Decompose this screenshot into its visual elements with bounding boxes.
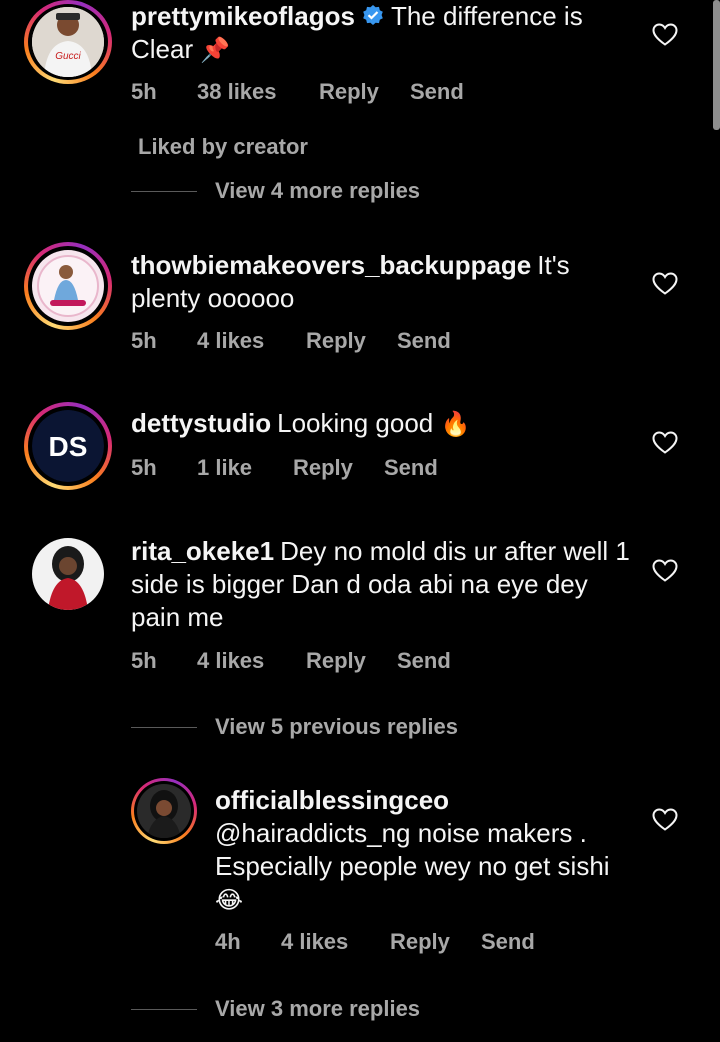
verified-badge-icon bbox=[363, 5, 383, 25]
laughing-emoji: 😂 bbox=[215, 886, 244, 914]
avatar bbox=[137, 784, 191, 838]
avatar-ring[interactable]: DS bbox=[24, 402, 112, 490]
heart-icon[interactable] bbox=[652, 808, 678, 832]
view-more-replies-label[interactable]: View 4 more replies bbox=[215, 178, 420, 204]
reply-button[interactable]: Reply bbox=[306, 328, 397, 354]
comment-time: 5h bbox=[131, 79, 157, 104]
divider-line bbox=[131, 1008, 197, 1010]
comment-username[interactable]: prettymikeoflagos bbox=[131, 1, 355, 31]
comment-username[interactable]: dettystudio bbox=[131, 408, 271, 438]
comment-likes[interactable]: 4 likes bbox=[197, 328, 306, 354]
pin-emoji: 📌 bbox=[200, 36, 231, 64]
avatar bbox=[32, 538, 104, 610]
send-button[interactable]: Send bbox=[481, 929, 535, 955]
reply-button[interactable]: Reply bbox=[390, 929, 481, 955]
reply-button[interactable]: Reply bbox=[293, 455, 384, 481]
shirt-text: Gucci bbox=[55, 51, 81, 62]
liked-by-creator: Liked by creator bbox=[138, 134, 308, 159]
reply-button[interactable]: Reply bbox=[306, 648, 397, 674]
comment-time: 5h bbox=[131, 648, 157, 673]
avatar-image-icon bbox=[32, 538, 104, 610]
view-previous-replies-label[interactable]: View 5 previous replies bbox=[215, 714, 458, 740]
heart-icon[interactable] bbox=[652, 272, 678, 296]
comment-text: @hairaddicts_ng noise makers . Especiall… bbox=[215, 818, 610, 881]
view-previous-replies-button[interactable]: View 5 previous replies bbox=[131, 714, 458, 740]
comment-likes[interactable]: 4 likes bbox=[281, 929, 390, 955]
avatar: DS bbox=[32, 410, 104, 482]
avatar-ring[interactable] bbox=[24, 242, 112, 330]
comment-text: Looking good bbox=[277, 408, 434, 438]
avatar-ring[interactable] bbox=[32, 538, 104, 610]
send-button[interactable]: Send bbox=[397, 328, 451, 354]
comment-time: 4h bbox=[215, 929, 241, 954]
divider-line bbox=[131, 190, 197, 192]
comment-time: 5h bbox=[131, 328, 157, 353]
comment-time: 5h bbox=[131, 455, 157, 480]
comment-likes[interactable]: 1 like bbox=[197, 455, 293, 481]
comment-likes[interactable]: 4 likes bbox=[197, 648, 306, 674]
avatar bbox=[32, 250, 104, 322]
fire-emoji: 🔥 bbox=[440, 410, 471, 438]
send-button[interactable]: Send bbox=[397, 648, 451, 674]
studio-logo-icon: DS bbox=[32, 410, 104, 482]
reply-button[interactable]: Reply bbox=[319, 79, 410, 105]
avatar-image-icon bbox=[137, 784, 191, 838]
avatar-ring[interactable] bbox=[131, 778, 197, 844]
send-button[interactable]: Send bbox=[384, 455, 438, 481]
view-more-replies-button[interactable]: View 3 more replies bbox=[131, 996, 420, 1022]
studio-logo-text: DS bbox=[49, 431, 88, 462]
heart-icon[interactable] bbox=[652, 431, 678, 455]
heart-icon[interactable] bbox=[652, 23, 678, 47]
divider-line bbox=[131, 726, 197, 728]
comment-likes[interactable]: 38 likes bbox=[197, 79, 319, 105]
scrollbar[interactable] bbox=[713, 0, 720, 130]
view-more-replies-button[interactable]: View 4 more replies bbox=[131, 178, 420, 204]
comment-username[interactable]: thowbiemakeovers_backuppage bbox=[131, 250, 531, 280]
avatar-ring[interactable]: Gucci bbox=[24, 0, 112, 84]
comment-username[interactable]: rita_okeke1 bbox=[131, 536, 274, 566]
send-button[interactable]: Send bbox=[410, 79, 464, 105]
heart-icon[interactable] bbox=[652, 559, 678, 583]
avatar: Gucci bbox=[32, 7, 104, 77]
avatar-image-icon bbox=[32, 250, 104, 322]
avatar-image-icon: Gucci bbox=[32, 7, 104, 77]
comment-username[interactable]: officialblessingceo bbox=[215, 784, 619, 817]
view-more-replies-label[interactable]: View 3 more replies bbox=[215, 996, 420, 1022]
